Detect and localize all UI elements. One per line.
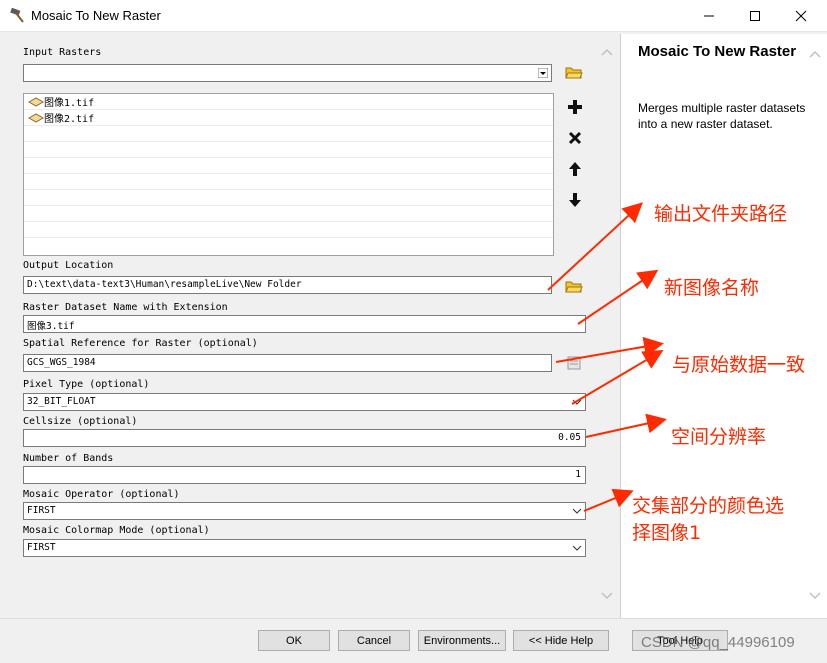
chevron-down-icon bbox=[572, 399, 582, 405]
list-item-label: 图像1.tif bbox=[44, 98, 95, 109]
remove-x-icon bbox=[568, 131, 582, 145]
move-down-button[interactable] bbox=[564, 189, 586, 211]
plus-icon bbox=[568, 100, 582, 114]
pixel-type-dropdown[interactable]: 32_BIT_FLOAT bbox=[23, 393, 586, 411]
scroll-down-icon bbox=[809, 592, 821, 600]
input-rasters-label: Input Rasters bbox=[23, 47, 102, 58]
scroll-up-icon bbox=[601, 48, 613, 56]
cellsize-field[interactable]: 0.05 bbox=[23, 429, 586, 447]
mosaic-operator-value: FIRST bbox=[27, 505, 56, 516]
help-title: Mosaic To New Raster bbox=[638, 43, 797, 60]
annotation-output-folder: 输出文件夹路径 bbox=[654, 203, 788, 225]
add-button[interactable] bbox=[564, 96, 586, 118]
annotation-same-as-original: 与原始数据一致 bbox=[672, 354, 806, 376]
arrow-up-icon bbox=[569, 162, 581, 176]
colormap-mode-dropdown[interactable]: FIRST bbox=[23, 539, 586, 557]
annotation-overlap-color-line2: 择图像1 bbox=[632, 522, 702, 544]
raster-layer-icon bbox=[28, 96, 44, 107]
chevron-down-icon bbox=[572, 508, 582, 514]
scroll-down-icon bbox=[601, 592, 613, 600]
spatial-reference-field[interactable]: GCS_WGS_1984 bbox=[23, 354, 552, 372]
colormap-mode-label: Mosaic Colormap Mode (optional) bbox=[23, 525, 210, 536]
colormap-mode-value: FIRST bbox=[27, 542, 56, 553]
ok-button[interactable]: OK bbox=[258, 630, 330, 651]
list-item[interactable]: 图像1.tif bbox=[24, 94, 553, 110]
title-bar: Mosaic To New Raster bbox=[0, 0, 827, 32]
list-row-empty bbox=[24, 206, 553, 222]
folder-open-icon bbox=[565, 67, 583, 79]
cancel-button[interactable]: Cancel bbox=[338, 630, 410, 651]
watermark: CSDN @qq_44996109 bbox=[641, 634, 795, 651]
annotation-overlap-color-line1: 交集部分的颜色选 bbox=[632, 495, 785, 517]
bands-field[interactable]: 1 bbox=[23, 466, 586, 484]
list-row-empty bbox=[24, 126, 553, 142]
list-row-empty bbox=[24, 222, 553, 238]
environments-button[interactable]: Environments... bbox=[418, 630, 506, 651]
chevron-down-icon bbox=[572, 545, 582, 551]
output-location-field[interactable]: D:\text\data-text3\Human\resampleLive\Ne… bbox=[23, 276, 552, 294]
remove-button[interactable] bbox=[564, 127, 586, 149]
raster-name-field[interactable]: 图像3.tif bbox=[23, 315, 586, 333]
pixel-type-value: 32_BIT_FLOAT bbox=[27, 396, 96, 407]
minimize-button[interactable] bbox=[686, 0, 732, 32]
help-scrollbar[interactable] bbox=[806, 34, 824, 618]
move-up-button[interactable] bbox=[564, 158, 586, 180]
list-row-empty bbox=[24, 142, 553, 158]
annotation-spatial-resolution: 空间分辨率 bbox=[671, 426, 767, 448]
input-rasters-list[interactable]: 图像1.tif 图像2.tif bbox=[23, 93, 554, 256]
spatial-reference-properties-button[interactable] bbox=[563, 352, 585, 374]
list-item-label: 图像2.tif bbox=[44, 114, 95, 125]
list-row-empty bbox=[24, 190, 553, 206]
hide-help-button[interactable]: << Hide Help bbox=[513, 630, 609, 651]
list-item[interactable]: 图像2.tif bbox=[24, 110, 553, 126]
maximize-button[interactable] bbox=[732, 0, 778, 32]
form-scrollbar[interactable] bbox=[598, 36, 616, 608]
mosaic-operator-label: Mosaic Operator (optional) bbox=[23, 489, 180, 500]
input-rasters-dropdown[interactable] bbox=[23, 64, 552, 82]
spatial-reference-label: Spatial Reference for Raster (optional) bbox=[23, 338, 258, 349]
annotation-new-name: 新图像名称 bbox=[664, 277, 760, 299]
output-location-label: Output Location bbox=[23, 260, 114, 271]
scroll-up-icon bbox=[809, 50, 821, 58]
help-description: Merges multiple raster datasets into a n… bbox=[638, 101, 806, 131]
arrow-down-icon bbox=[569, 193, 581, 207]
browse-output-button[interactable] bbox=[563, 275, 585, 297]
raster-name-label: Raster Dataset Name with Extension bbox=[23, 302, 228, 313]
hammer-icon bbox=[10, 8, 24, 23]
close-icon bbox=[795, 10, 807, 22]
bands-label: Number of Bands bbox=[23, 453, 114, 464]
browse-input-button[interactable] bbox=[563, 61, 585, 83]
properties-icon bbox=[567, 356, 581, 370]
close-button[interactable] bbox=[778, 0, 824, 32]
pixel-type-label: Pixel Type (optional) bbox=[23, 379, 150, 390]
minimize-icon bbox=[704, 15, 714, 17]
list-row-empty bbox=[24, 158, 553, 174]
maximize-icon bbox=[750, 11, 760, 21]
window-title: Mosaic To New Raster bbox=[31, 8, 161, 23]
cellsize-label: Cellsize (optional) bbox=[23, 416, 138, 427]
list-row-empty bbox=[24, 174, 553, 190]
mosaic-operator-dropdown[interactable]: FIRST bbox=[23, 502, 586, 520]
folder-open-icon bbox=[565, 281, 583, 293]
dropdown-arrow-icon bbox=[538, 68, 548, 78]
raster-layer-icon bbox=[28, 112, 44, 123]
